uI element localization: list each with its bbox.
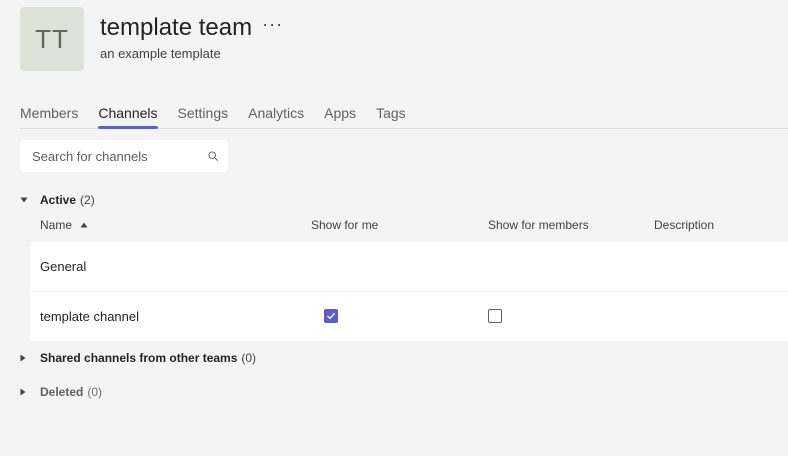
section-active-title: Active	[40, 193, 77, 207]
section-active-count: (2)	[80, 193, 95, 207]
caret-right-icon	[20, 388, 40, 396]
column-header-show-for-members: Show for members	[488, 218, 589, 232]
section-deleted-toggle[interactable]: Deleted (0)	[20, 385, 102, 399]
team-description: an example template	[100, 46, 221, 61]
column-header-description: Description	[654, 218, 715, 232]
channel-search-box	[20, 140, 228, 172]
tab-members[interactable]: Members	[20, 104, 78, 128]
tab-analytics[interactable]: Analytics	[248, 104, 304, 128]
section-shared-title: Shared channels from other teams	[40, 351, 238, 365]
sort-ascending-icon	[80, 222, 88, 228]
caret-down-icon	[20, 197, 40, 203]
tab-settings[interactable]: Settings	[178, 104, 229, 128]
team-title-row: template team ···	[100, 14, 283, 42]
manage-team-page: TT template team ··· an example template…	[0, 0, 788, 456]
show-for-members-checkbox[interactable]	[488, 309, 502, 323]
checkmark-icon	[327, 312, 335, 320]
channel-row-general[interactable]: General	[30, 242, 788, 291]
column-name-label: Name	[40, 218, 73, 232]
tab-bar: Members Channels Settings Analytics Apps…	[20, 104, 788, 129]
team-name: template team	[100, 14, 253, 41]
channel-name: template channel	[40, 309, 140, 324]
section-deleted-title: Deleted	[40, 385, 84, 399]
section-shared-toggle[interactable]: Shared channels from other teams (0)	[20, 351, 256, 365]
tab-channels[interactable]: Channels	[98, 104, 158, 129]
section-deleted-count: (0)	[87, 385, 103, 399]
more-options-icon[interactable]: ···	[262, 15, 283, 33]
column-header-name[interactable]: Name	[40, 218, 88, 232]
team-avatar: TT	[20, 7, 84, 71]
search-icon[interactable]	[208, 149, 218, 163]
caret-right-icon	[20, 354, 40, 362]
show-for-me-checkbox[interactable]	[324, 309, 338, 323]
channel-row-template-channel[interactable]: template channel	[30, 292, 788, 341]
channel-name: General	[40, 259, 87, 274]
column-header-show-for-me: Show for me	[311, 218, 379, 232]
tab-apps[interactable]: Apps	[324, 104, 356, 128]
section-active-toggle[interactable]: Active (2)	[20, 193, 95, 207]
team-initials: TT	[35, 23, 69, 54]
tab-tags[interactable]: Tags	[376, 104, 406, 128]
section-shared-count: (0)	[241, 351, 257, 365]
search-input[interactable]	[32, 148, 208, 164]
